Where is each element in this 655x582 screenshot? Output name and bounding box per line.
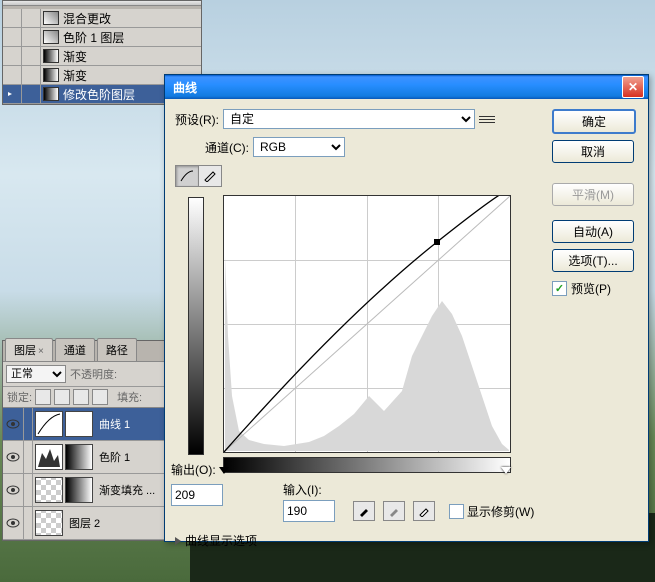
- layer-row[interactable]: 色阶 1: [3, 441, 191, 474]
- dialog-title: 曲线: [169, 79, 622, 96]
- input-input[interactable]: [283, 500, 335, 522]
- show-clip-label: 显示修剪(W): [467, 503, 534, 520]
- pencil-tool-icon[interactable]: [199, 166, 221, 186]
- checkbox-icon: ✓: [552, 281, 567, 296]
- curves-graph[interactable]: [223, 195, 511, 453]
- smooth-button[interactable]: 平滑(M): [552, 183, 634, 206]
- black-point-slider[interactable]: [219, 467, 229, 474]
- channel-label: 通道(C):: [205, 139, 249, 156]
- input-label: 输入(I):: [283, 481, 322, 498]
- control-point: [434, 239, 440, 245]
- preset-label: 预设(R):: [175, 111, 219, 128]
- output-gradient: [188, 197, 204, 455]
- show-clip-checkbox[interactable]: ✓ 显示修剪(W): [449, 503, 534, 520]
- visibility-icon[interactable]: [3, 507, 24, 539]
- auto-button[interactable]: 自动(A): [552, 220, 634, 243]
- layers-options: 正常 不透明度:: [3, 361, 191, 386]
- preset-menu-icon[interactable]: [479, 112, 495, 126]
- opacity-label: 不透明度:: [70, 366, 117, 382]
- history-item[interactable]: 渐变: [3, 47, 201, 66]
- preset-select[interactable]: 自定: [223, 109, 475, 129]
- blend-mode-select[interactable]: 正常: [6, 365, 66, 383]
- lock-paint-icon[interactable]: [54, 389, 70, 405]
- tab-channels[interactable]: 通道: [55, 338, 95, 361]
- visibility-icon[interactable]: [3, 408, 24, 440]
- lock-move-icon[interactable]: [73, 389, 89, 405]
- options-button[interactable]: 选项(T)...: [552, 249, 634, 272]
- visibility-icon[interactable]: [3, 474, 24, 506]
- output-input[interactable]: [171, 484, 223, 506]
- white-dropper-icon[interactable]: [413, 501, 435, 521]
- title-bar[interactable]: 曲线 ✕: [165, 75, 648, 99]
- layers-list: 曲线 1色阶 1渐变填充 ...图层 2: [3, 407, 191, 540]
- layer-row[interactable]: 曲线 1: [3, 408, 191, 441]
- black-dropper-icon[interactable]: [353, 501, 375, 521]
- preview-checkbox[interactable]: ✓ 预览(P): [552, 280, 638, 297]
- curves-dialog: 曲线 ✕ 预设(R): 自定 通道(C): RGB 输出(O):: [164, 74, 649, 542]
- lock-all-icon[interactable]: [92, 389, 108, 405]
- gray-dropper-icon[interactable]: [383, 501, 405, 521]
- layers-lock-row: 锁定: 填充:: [3, 386, 191, 407]
- expander-icon: [175, 537, 181, 545]
- curve-tool-icon[interactable]: [176, 166, 199, 186]
- expander-label: 曲线显示选项: [185, 532, 257, 549]
- fill-label: 填充:: [117, 389, 142, 405]
- tab-paths[interactable]: 路径: [97, 338, 137, 361]
- layer-row[interactable]: 图层 2: [3, 507, 191, 540]
- curve-tool-buttons: [175, 165, 222, 187]
- ok-button[interactable]: 确定: [552, 109, 636, 134]
- visibility-icon[interactable]: [3, 441, 24, 473]
- cancel-button[interactable]: 取消: [552, 140, 634, 163]
- lock-label: 锁定:: [7, 389, 32, 405]
- channel-select[interactable]: RGB: [253, 137, 345, 157]
- tab-layers[interactable]: 图层×: [5, 338, 53, 361]
- white-point-slider[interactable]: [501, 467, 511, 474]
- close-button[interactable]: ✕: [622, 76, 644, 98]
- output-label: 输出(O):: [171, 461, 216, 478]
- layers-tabs: 图层× 通道 路径: [3, 341, 191, 361]
- preview-label: 预览(P): [571, 280, 611, 297]
- history-item[interactable]: 混合更改: [3, 9, 201, 28]
- curve-line: [224, 196, 510, 452]
- input-gradient: [223, 457, 511, 473]
- layer-row[interactable]: 渐变填充 ...: [3, 474, 191, 507]
- history-item[interactable]: 色阶 1 图层: [3, 28, 201, 47]
- lock-trans-icon[interactable]: [35, 389, 51, 405]
- display-options-expander[interactable]: 曲线显示选项: [175, 532, 544, 549]
